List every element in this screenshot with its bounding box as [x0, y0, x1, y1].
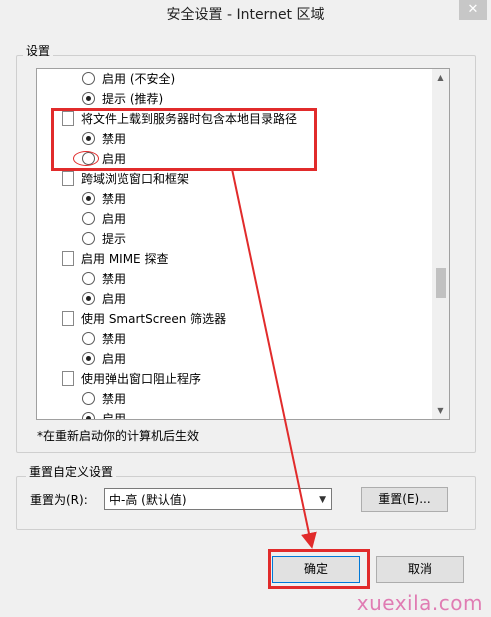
- watermark-text: xuexila.com: [356, 591, 483, 615]
- annotation-arrow: [231, 168, 317, 549]
